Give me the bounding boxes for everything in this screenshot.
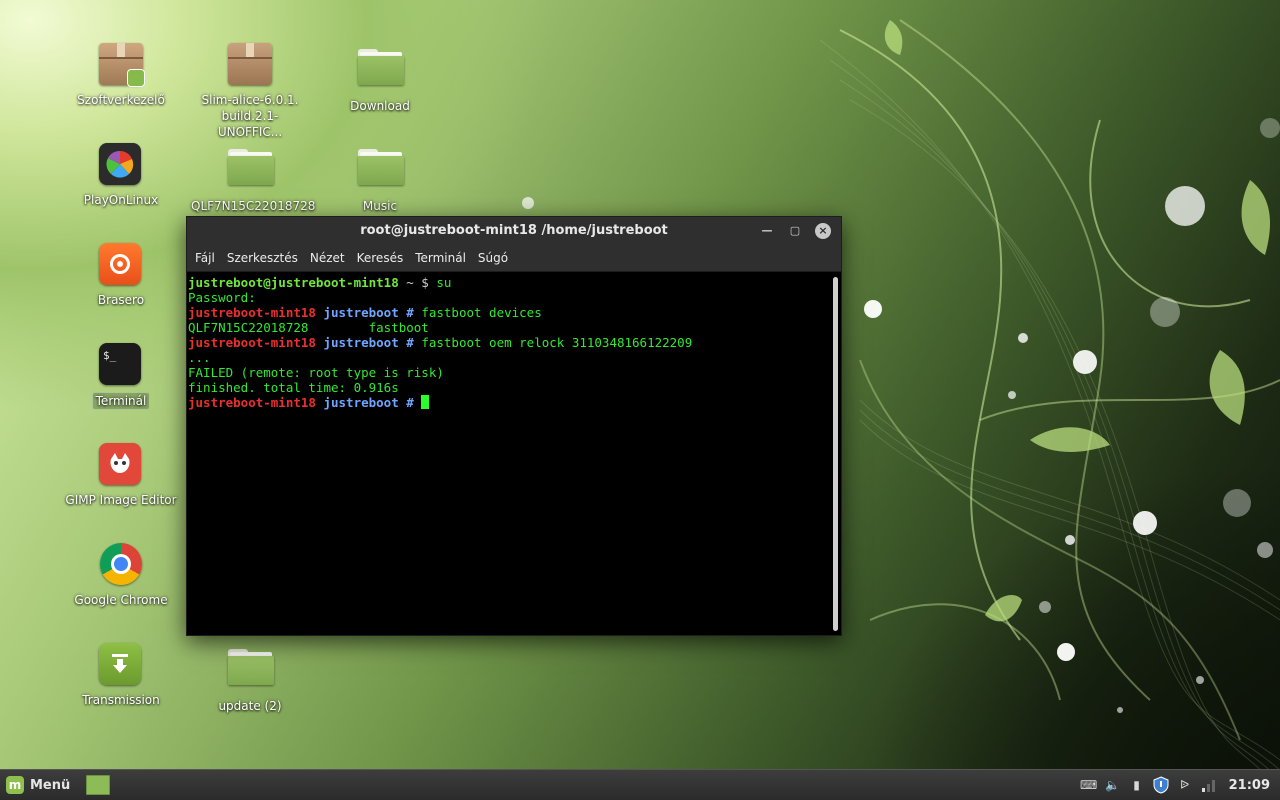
folder-icon — [358, 149, 404, 193]
show-desktop-button[interactable] — [86, 775, 111, 795]
icon-label: Terminál — [91, 392, 151, 410]
icon-label: Transmission — [82, 693, 160, 707]
window-title: root@justreboot-mint18 /home/justreboot — [360, 223, 668, 238]
start-menu-button[interactable]: m Menü — [0, 770, 78, 800]
menu-file[interactable]: Fájl — [189, 245, 221, 271]
command-text: fastboot oem relock 3110348166122209 — [421, 335, 693, 350]
folder-icon — [358, 49, 404, 93]
scrollbar[interactable] — [833, 277, 838, 631]
desktop-icon-playonlinux[interactable]: PlayOnLinux — [59, 143, 183, 208]
icon-label: PlayOnLinux — [83, 193, 159, 207]
terminal-line: Password: — [188, 290, 256, 305]
clock[interactable]: 21:09 — [1229, 778, 1270, 793]
prompt-dir: justreboot — [323, 305, 399, 320]
desktop-icon-download[interactable]: Download — [318, 43, 442, 114]
terminal-output[interactable]: justreboot@justreboot-mint18 ~ $ su Passw… — [187, 272, 841, 635]
mint-logo-icon: m — [6, 776, 24, 794]
prompt-dir: justreboot — [323, 395, 399, 410]
gimp-icon — [99, 443, 143, 487]
desktop-icon-transmission[interactable]: Transmission — [59, 643, 183, 708]
update-shield-icon[interactable] — [1152, 776, 1170, 794]
terminal-icon: $_ — [99, 343, 143, 387]
prompt-symbol: # — [398, 395, 422, 410]
bluetooth-icon[interactable]: ᐉ — [1176, 776, 1194, 794]
menu-view[interactable]: Nézet — [304, 245, 351, 271]
terminal-line: justreboot-mint18 justreboot # fastboot … — [188, 305, 840, 320]
system-tray: ⌨ 🔈 ▮ ᐉ 21:09 — [1077, 770, 1280, 800]
desktop-icon-qlf7n15c22018728[interactable]: QLF7N15C22018728 — [188, 143, 315, 214]
window-titlebar[interactable]: root@justreboot-mint18 /home/justreboot … — [187, 217, 841, 245]
playonlinux-icon — [99, 143, 143, 187]
terminal-window[interactable]: root@justreboot-mint18 /home/justreboot … — [186, 216, 842, 636]
minimize-icon[interactable]: — — [759, 223, 775, 239]
desktop-icon-music[interactable]: Music — [318, 143, 442, 214]
prompt-dir: justreboot — [323, 335, 399, 350]
menu-label: Menü — [30, 777, 71, 793]
menu-search[interactable]: Keresés — [351, 245, 410, 271]
desktop-icon-update-2[interactable]: update (2) — [188, 643, 312, 714]
prompt-user: justreboot@justreboot-mint18 — [188, 275, 399, 290]
prompt-symbol: ~ $ — [398, 275, 437, 290]
prompt-symbol: # — [398, 335, 422, 350]
folder-icon — [228, 149, 274, 193]
icon-label: Google Chrome — [74, 593, 168, 607]
command-text: fastboot devices — [421, 305, 542, 320]
terminal-line: FAILED (remote: root type is risk) — [188, 365, 444, 380]
terminal-line: justreboot-mint18 justreboot # — [188, 395, 840, 410]
terminal-line: ... — [188, 350, 211, 365]
prompt-host: justreboot-mint18 — [188, 305, 316, 320]
desktop-icon-software-manager[interactable]: Szoftverkezelő — [59, 43, 183, 108]
icon-label: Music — [362, 199, 398, 213]
transmission-icon — [99, 643, 143, 687]
prompt-host: justreboot-mint18 — [188, 335, 316, 350]
folder-icon — [228, 649, 274, 693]
menu-edit[interactable]: Szerkesztés — [221, 245, 304, 271]
network-signal-icon[interactable] — [1200, 776, 1218, 794]
icon-label: GIMP Image Editor — [65, 493, 177, 507]
desktop-icon-gimp[interactable]: GIMP Image Editor — [59, 443, 183, 508]
icon-label: Szoftverkezelő — [77, 93, 165, 107]
menu-terminal[interactable]: Terminál — [409, 245, 472, 271]
terminal-line: QLF7N15C22018728 fastboot — [188, 320, 429, 335]
maximize-icon[interactable]: ▢ — [787, 223, 803, 239]
terminal-line: justreboot@justreboot-mint18 ~ $ su — [188, 275, 840, 290]
command-text: su — [436, 275, 452, 290]
menu-help[interactable]: Súgó — [472, 245, 514, 271]
volume-icon[interactable]: 🔈 — [1104, 776, 1122, 794]
icon-label: Download — [350, 99, 410, 113]
prompt-symbol: # — [398, 305, 422, 320]
desktop-icon-slim-alice-archive[interactable]: Slim-alice-6.0.1. build.2.1-UNOFFIC... — [188, 43, 312, 140]
chrome-icon — [99, 543, 143, 587]
terminal-line: finished. total time: 0.916s — [188, 380, 399, 395]
taskbar-panel: m Menü ⌨ 🔈 ▮ ᐉ 21:09 — [0, 769, 1280, 800]
menubar: Fájl Szerkesztés Nézet Keresés Terminál … — [187, 245, 841, 272]
close-icon[interactable]: × — [815, 223, 831, 239]
package-icon — [99, 43, 145, 87]
terminal-line: justreboot-mint18 justreboot # fastboot … — [188, 335, 840, 350]
icon-label: update (2) — [218, 699, 282, 713]
text-cursor — [421, 395, 430, 409]
battery-icon[interactable]: ▮ — [1128, 776, 1146, 794]
keyboard-icon[interactable]: ⌨ — [1080, 776, 1098, 794]
desktop-icon-brasero[interactable]: Brasero — [59, 243, 183, 308]
desktop-icon-terminal[interactable]: $_ Terminál — [59, 343, 183, 410]
icon-label: Brasero — [97, 293, 145, 307]
icon-label: Slim-alice-6.0.1. build.2.1-UNOFFIC... — [201, 93, 299, 139]
desktop-icon-google-chrome[interactable]: Google Chrome — [59, 543, 183, 608]
archive-icon — [228, 43, 272, 87]
icon-label: QLF7N15C22018728 — [191, 199, 316, 213]
prompt-host: justreboot-mint18 — [188, 395, 316, 410]
brasero-icon — [99, 243, 143, 287]
